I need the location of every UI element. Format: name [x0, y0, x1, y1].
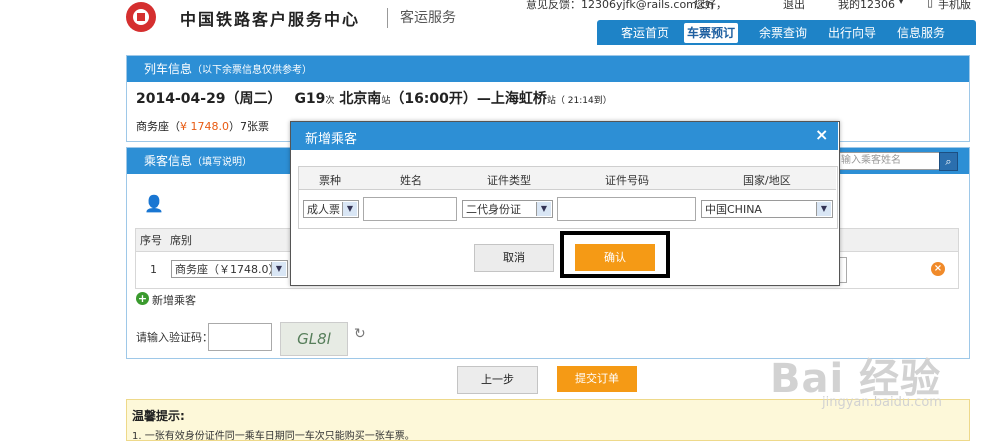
col-id-number: 证件号码 — [605, 174, 649, 187]
passenger-title: 乘客信息 — [144, 154, 193, 168]
row-number: 1 — [150, 263, 157, 276]
nav-ticket-booking[interactable]: 车票预订 — [684, 23, 739, 43]
submit-order-button[interactable]: 提交订单 — [557, 366, 637, 392]
seat-class-select[interactable]: 商务座（￥1748.0） ▼ — [171, 260, 288, 278]
id-type-value: 二代身份证 — [466, 203, 521, 216]
col-seat: 席别 — [170, 234, 192, 247]
chevron-down-icon[interactable]: ▼ — [898, 0, 904, 5]
brand-divider — [387, 8, 388, 28]
route-dash: — — [476, 91, 491, 107]
brand-subtitle: 客运服务 — [400, 10, 456, 26]
col-seq: 序号 — [140, 234, 162, 247]
user-icon: 👤 — [144, 194, 164, 213]
modal-title: 新增乘客 — [305, 132, 358, 147]
ticket-type-value: 成人票 — [307, 203, 340, 216]
train-summary: 2014-04-29（周二） G19次 北京南站（16:00开）—上海虹桥站（ … — [136, 88, 612, 108]
train-number: G19 — [294, 91, 326, 107]
depart-time: （16:00开） — [390, 91, 477, 107]
col-name: 姓名 — [400, 174, 422, 187]
railway-logo-bar — [137, 13, 145, 21]
add-icon[interactable]: + — [136, 292, 149, 305]
chevron-down-icon: ▼ — [536, 202, 551, 216]
seat-price: ¥ 1748.0 — [180, 120, 229, 133]
train-info-header: 列车信息（以下余票信息仅供参考） — [127, 56, 969, 82]
chevron-down-icon: ▼ — [271, 262, 286, 276]
cancel-button[interactable]: 取消 — [474, 244, 554, 272]
tips-title: 温馨提示: — [132, 409, 185, 423]
delete-passenger-icon[interactable]: × — [931, 262, 945, 276]
country-select[interactable]: 中国CHINA ▼ — [701, 200, 833, 218]
col-country: 国家/地区 — [743, 174, 791, 187]
travel-date: 2014-04-29（周二） — [136, 91, 282, 107]
col-id-type: 证件类型 — [487, 174, 531, 187]
train-number-suffix: 次 — [325, 96, 335, 106]
seat-count: ）7张票 — [228, 120, 269, 133]
search-icon[interactable]: ⌕ — [939, 152, 958, 171]
nav-remaining-tickets[interactable]: 余票查询 — [759, 23, 807, 43]
passenger-note[interactable]: （填写说明） — [192, 157, 252, 168]
captcha-label: 请输入验证码： — [136, 331, 213, 344]
from-station-suffix: 站 — [381, 96, 391, 106]
passenger-search-input[interactable]: 输入乘客姓名 — [838, 152, 942, 170]
brand-title: 中国铁路客户服务中心 — [180, 10, 361, 29]
to-station: 上海虹桥 — [490, 91, 547, 107]
name-input[interactable] — [363, 197, 457, 221]
chevron-down-icon: ▼ — [342, 202, 357, 216]
seat-class-value: 商务座（￥1748.0） — [175, 263, 280, 276]
nav-info-service[interactable]: 信息服务 — [897, 23, 945, 43]
chevron-down-icon: ▼ — [816, 202, 831, 216]
mobile-icon: ▯ — [927, 0, 934, 9]
captcha-image[interactable]: GL8l — [280, 322, 348, 356]
seat-class: 商务座（ — [136, 120, 180, 133]
to-station-suffix: 站 — [546, 96, 556, 106]
train-info-note: （以下余票信息仅供参考） — [192, 65, 313, 76]
baidu-watermark-url: jingyan.baidu.com — [822, 395, 942, 410]
my-account-link[interactable]: 我的12306 — [838, 0, 895, 12]
seat-availability: 商务座（¥ 1748.0）7张票 — [136, 118, 269, 134]
close-icon[interactable]: × — [815, 125, 828, 144]
id-number-input[interactable] — [557, 197, 696, 221]
train-info-title: 列车信息 — [144, 62, 193, 76]
mobile-link[interactable]: 手机版 — [938, 0, 971, 12]
arrive-time: （ 21:14到） — [555, 96, 612, 106]
modal-header — [291, 122, 838, 150]
captcha-input[interactable] — [208, 323, 272, 351]
country-value: 中国CHINA — [705, 203, 762, 216]
prev-step-button[interactable]: 上一步 — [457, 366, 538, 394]
nav-travel-guide[interactable]: 出行向导 — [828, 23, 876, 43]
add-passenger-link[interactable]: 新增乘客 — [152, 292, 196, 308]
greeting: 您好， — [694, 0, 727, 11]
highlight-box — [560, 231, 670, 278]
logout-link[interactable]: 退出 — [783, 0, 805, 12]
col-ticket-type: 票种 — [319, 174, 341, 187]
id-type-select[interactable]: 二代身份证 ▼ — [462, 200, 553, 218]
feedback-link[interactable]: 意见反馈：12306yjfk@rails.com.cn — [526, 0, 713, 12]
refresh-icon[interactable]: ↻ — [354, 326, 366, 342]
nav-home[interactable]: 客运首页 — [621, 23, 669, 43]
ticket-type-select[interactable]: 成人票 ▼ — [303, 200, 359, 218]
from-station: 北京南 — [339, 91, 382, 107]
